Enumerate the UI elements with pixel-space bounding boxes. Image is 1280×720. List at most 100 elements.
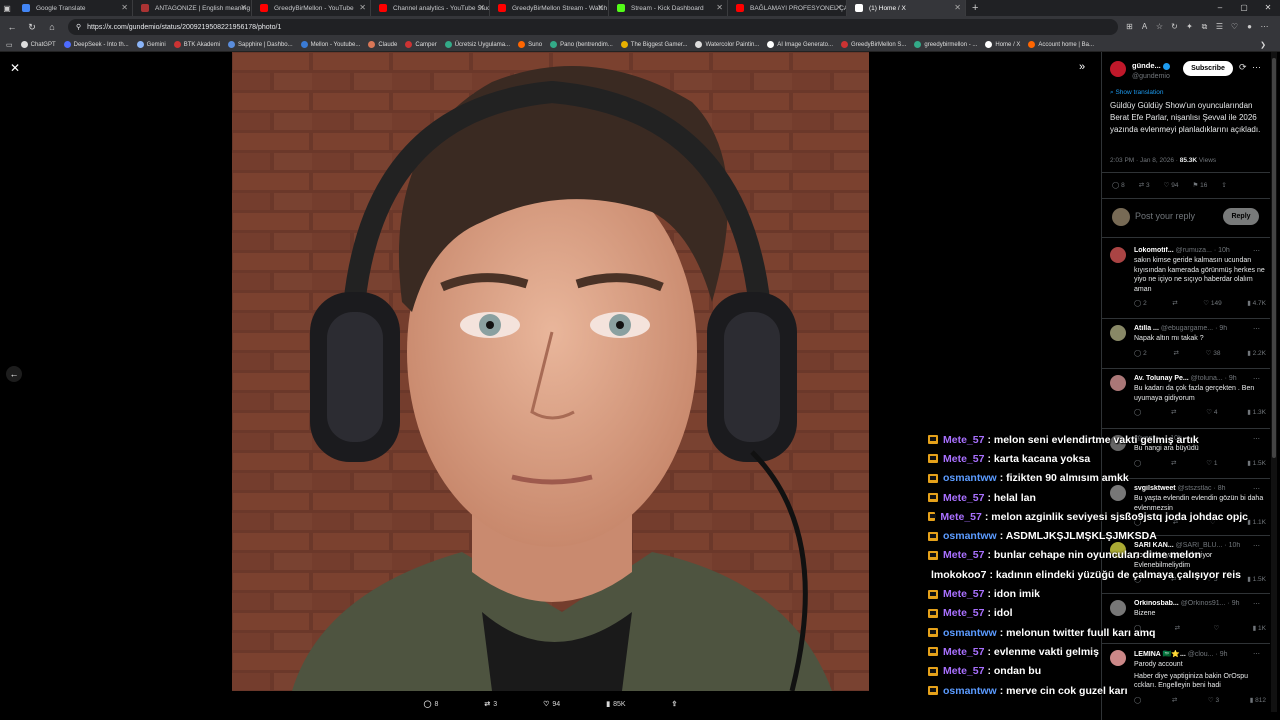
tab-close-icon[interactable]: ✕ xyxy=(121,3,128,12)
reply-like-button[interactable]: ♡ 149 xyxy=(1203,299,1222,307)
views-action[interactable]: ▮ 85K xyxy=(606,700,625,709)
more-icon[interactable]: ⋯ xyxy=(1257,22,1272,32)
bookmark-item[interactable]: DeepSeek - Into th... xyxy=(63,41,129,48)
bookmark-item[interactable]: Claude xyxy=(368,41,397,48)
subscribe-button[interactable]: Subscribe xyxy=(1183,61,1233,76)
reply-more-icon[interactable]: ⋯ xyxy=(1253,542,1260,550)
reply-author-handle[interactable]: @toluna... xyxy=(1191,375,1223,382)
reply-like-button[interactable]: ♡ 4 xyxy=(1206,408,1217,416)
tab-close-icon[interactable]: ✕ xyxy=(835,3,842,12)
reply-time[interactable]: · 9h xyxy=(1215,325,1227,332)
author-avatar[interactable] xyxy=(1110,61,1126,77)
share-action[interactable]: ⇪ xyxy=(672,700,678,708)
reply-comment-button[interactable]: ◯ 2 xyxy=(1134,299,1147,307)
bookmark-item[interactable]: GreedyBirMellon S... xyxy=(841,41,906,48)
reply-repost-button[interactable]: ⇄ xyxy=(1171,408,1176,416)
reply-more-icon[interactable]: ⋯ xyxy=(1253,435,1260,443)
grok-icon[interactable]: ⟳ xyxy=(1239,62,1247,73)
reply-more-icon[interactable]: ⋯ xyxy=(1253,485,1260,493)
reply-action[interactable]: ◯ 8 xyxy=(424,700,439,709)
reply-time[interactable]: · 9h xyxy=(1225,375,1237,382)
reply-more-icon[interactable]: ⋯ xyxy=(1253,325,1260,333)
url-field[interactable]: ⚲ https://x.com/gundemio/status/20092195… xyxy=(68,19,1118,35)
bookmark-item[interactable]: Ücretsiz Uygulama... xyxy=(444,41,510,48)
back-icon[interactable]: ← xyxy=(4,22,20,32)
reply-more-icon[interactable]: ⋯ xyxy=(1253,247,1260,255)
bookmark-item[interactable]: Sapphire | Dashbo... xyxy=(228,41,293,48)
shield-icon[interactable]: ♡ xyxy=(1227,22,1242,32)
reply-author-name[interactable]: Av. Tolunay Pe... xyxy=(1134,375,1189,382)
tab-menu-icon[interactable]: ▣ xyxy=(0,4,14,13)
translate-icon[interactable]: ⊞ xyxy=(1122,22,1137,32)
reply-item[interactable]: Lokomotif... @rumuza... · 10h sakın kims… xyxy=(1110,247,1266,307)
reply-author-handle[interactable]: @rumuza... xyxy=(1176,247,1212,254)
bookmark-item[interactable]: Home / X xyxy=(985,41,1020,48)
reply-comment-button[interactable]: ◯ xyxy=(1134,408,1141,416)
reply-more-icon[interactable]: ⋯ xyxy=(1253,650,1260,658)
star-icon[interactable]: ☆ xyxy=(1152,22,1167,32)
reply-like-button[interactable]: ♡ 38 xyxy=(1206,349,1221,357)
reply-repost-button[interactable]: ⇄ xyxy=(1173,349,1178,357)
post-photo[interactable] xyxy=(232,52,869,691)
tab-close-icon[interactable]: ✕ xyxy=(954,3,961,12)
reply-views-button[interactable]: ▮ 1.5K xyxy=(1247,575,1266,583)
browser-tab[interactable]: ANTAGONIZE | English meaning - ✕ xyxy=(133,0,252,16)
show-translation-link[interactable]: ⌕ Show translation xyxy=(1110,89,1164,97)
bookmark-item[interactable]: Pano (bentrendim... xyxy=(550,41,613,48)
favorites-icon[interactable]: ☰ xyxy=(1212,22,1227,32)
reply-author-handle[interactable]: @ebugargame... xyxy=(1161,325,1213,332)
post-reply-button[interactable]: ◯ 8 xyxy=(1112,181,1125,189)
bookmark-item[interactable]: AI Image Generato... xyxy=(767,41,833,48)
bookmarks-folder-icon[interactable]: ▭ xyxy=(6,41,13,49)
reply-avatar[interactable] xyxy=(1110,247,1126,263)
bookmark-item[interactable]: Watercolor Paintin... xyxy=(695,41,759,48)
tab-close-icon[interactable]: ✕ xyxy=(597,3,604,12)
reply-time[interactable]: · 10h xyxy=(1214,247,1230,254)
bookmark-item[interactable]: Mellon - Youtube... xyxy=(300,41,360,48)
like-action[interactable]: ♡ 94 xyxy=(543,700,560,709)
panel-scrollbar[interactable] xyxy=(1271,52,1277,712)
refresh-extension-icon[interactable]: ↻ xyxy=(1167,22,1182,32)
reply-views-button[interactable]: ▮ 1.1K xyxy=(1247,518,1266,526)
author-handle[interactable]: @gundemio xyxy=(1132,73,1170,80)
reply-more-icon[interactable]: ⋯ xyxy=(1253,600,1260,608)
post-like-button[interactable]: ♡ 94 xyxy=(1164,181,1179,189)
tab-close-icon[interactable]: ✕ xyxy=(478,3,485,12)
tab-close-icon[interactable]: ✕ xyxy=(359,3,366,12)
minimize-icon[interactable]: – xyxy=(1208,0,1232,16)
new-tab-button[interactable]: + xyxy=(972,2,978,14)
bookmark-item[interactable]: Gemini xyxy=(136,41,166,48)
read-aloud-icon[interactable]: A xyxy=(1137,22,1152,32)
browser-tab[interactable]: GreedyBirMellon - YouTube ✕ xyxy=(252,0,371,16)
reply-author-name[interactable]: Atilla ... xyxy=(1134,325,1159,332)
reply-repost-button[interactable]: ⇄ xyxy=(1172,299,1177,307)
bookmark-item[interactable]: Camper xyxy=(405,41,437,48)
reply-item[interactable]: Av. Tolunay Pe... @toluna... · 9h Bu kad… xyxy=(1110,375,1266,416)
close-media-icon[interactable]: ✕ xyxy=(8,61,22,75)
reply-submit-button[interactable]: Reply xyxy=(1223,208,1259,225)
collections-icon[interactable]: ⧉ xyxy=(1197,22,1212,32)
bookmark-item[interactable]: greedybirmellon - ... xyxy=(914,41,977,48)
bookmark-item[interactable]: ChatGPT xyxy=(20,41,56,48)
reply-views-button[interactable]: ▮ 2.2K xyxy=(1247,349,1266,357)
bookmarks-overflow-icon[interactable]: ❯ xyxy=(1260,41,1266,49)
browser-tab[interactable]: BAĞLAMAYI PROFESYONEL ÇALM ✕ xyxy=(728,0,847,16)
browser-tab[interactable]: Channel analytics - YouTube Studi ✕ xyxy=(371,0,490,16)
bookmark-item[interactable]: Account home | Ba... xyxy=(1028,41,1094,48)
previous-arrow-icon[interactable]: ← xyxy=(6,366,22,382)
reply-avatar[interactable] xyxy=(1110,375,1126,391)
tab-close-icon[interactable]: ✕ xyxy=(240,3,247,12)
author-name[interactable]: günde... xyxy=(1132,61,1161,70)
bookmark-item[interactable]: The Biggest Gamer... xyxy=(620,41,687,48)
reply-comment-button[interactable]: ◯ 2 xyxy=(1134,349,1147,357)
browser-tab[interactable]: GreedyBirMellon Stream - Watch ✕ xyxy=(490,0,609,16)
reply-author-name[interactable]: Lokomotif... xyxy=(1134,247,1174,254)
post-time[interactable]: 2:03 PM · Jan 8, 2026 · xyxy=(1110,157,1178,164)
reply-more-icon[interactable]: ⋯ xyxy=(1253,375,1260,383)
tab-close-icon[interactable]: ✕ xyxy=(716,3,723,12)
reply-item[interactable]: Atilla ... @ebugargame... · 9h Napak alt… xyxy=(1110,325,1266,357)
browser-tab[interactable]: Stream - Kick Dashboard ✕ xyxy=(609,0,728,16)
post-repost-button[interactable]: ⇄ 3 xyxy=(1139,181,1150,189)
close-window-icon[interactable]: ✕ xyxy=(1256,0,1280,16)
reply-views-button[interactable]: ▮ 1.5K xyxy=(1247,459,1266,467)
